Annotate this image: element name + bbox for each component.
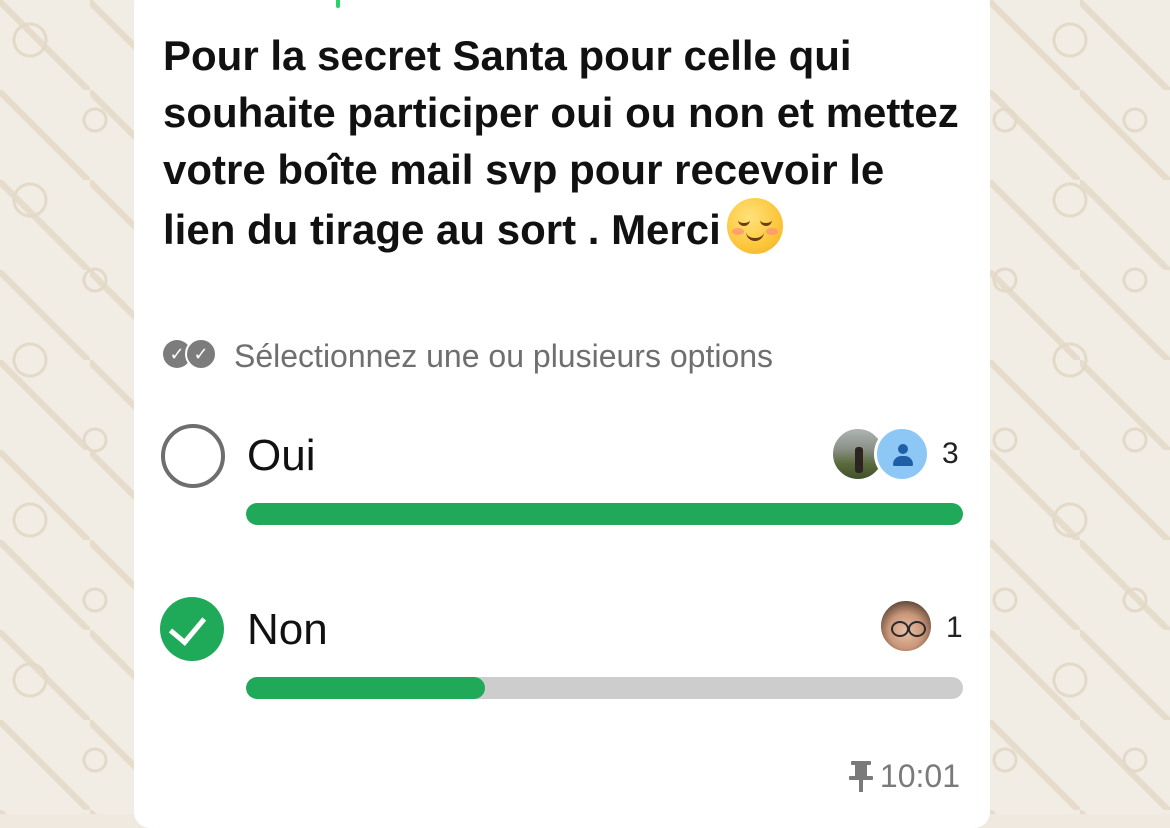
option-oui-label[interactable]: Oui	[247, 430, 315, 482]
double-check-icon: ✓ ✓	[163, 338, 219, 372]
option-oui-radio[interactable]	[161, 424, 225, 488]
option-non-progress-bar	[246, 677, 963, 699]
poll-instruction: Sélectionnez une ou plusieurs options	[234, 338, 774, 374]
poll-question: Pour la secret Santa pour celle qui souh…	[163, 27, 963, 258]
option-non-vote-count[interactable]: 1	[946, 610, 963, 646]
option-non-progress-fill	[246, 677, 485, 699]
message-meta: 10:01	[848, 756, 960, 796]
voter-avatar-default[interactable]	[874, 426, 930, 482]
option-non-label[interactable]: Non	[247, 604, 328, 656]
message-time: 10:01	[879, 758, 960, 794]
pin-icon	[848, 759, 874, 793]
sender-name-fragment	[336, 0, 340, 8]
option-oui-progress-bar	[246, 503, 963, 525]
option-oui-progress-fill	[246, 503, 963, 525]
smiling-face-emoji-icon	[726, 198, 783, 254]
option-non-radio-checked[interactable]	[160, 597, 224, 661]
option-oui-vote-count[interactable]: 3	[942, 436, 959, 472]
voter-avatar-photo[interactable]	[878, 598, 934, 654]
check-icon	[168, 607, 207, 646]
poll-question-text: Pour la secret Santa pour celle qui souh…	[163, 32, 959, 253]
